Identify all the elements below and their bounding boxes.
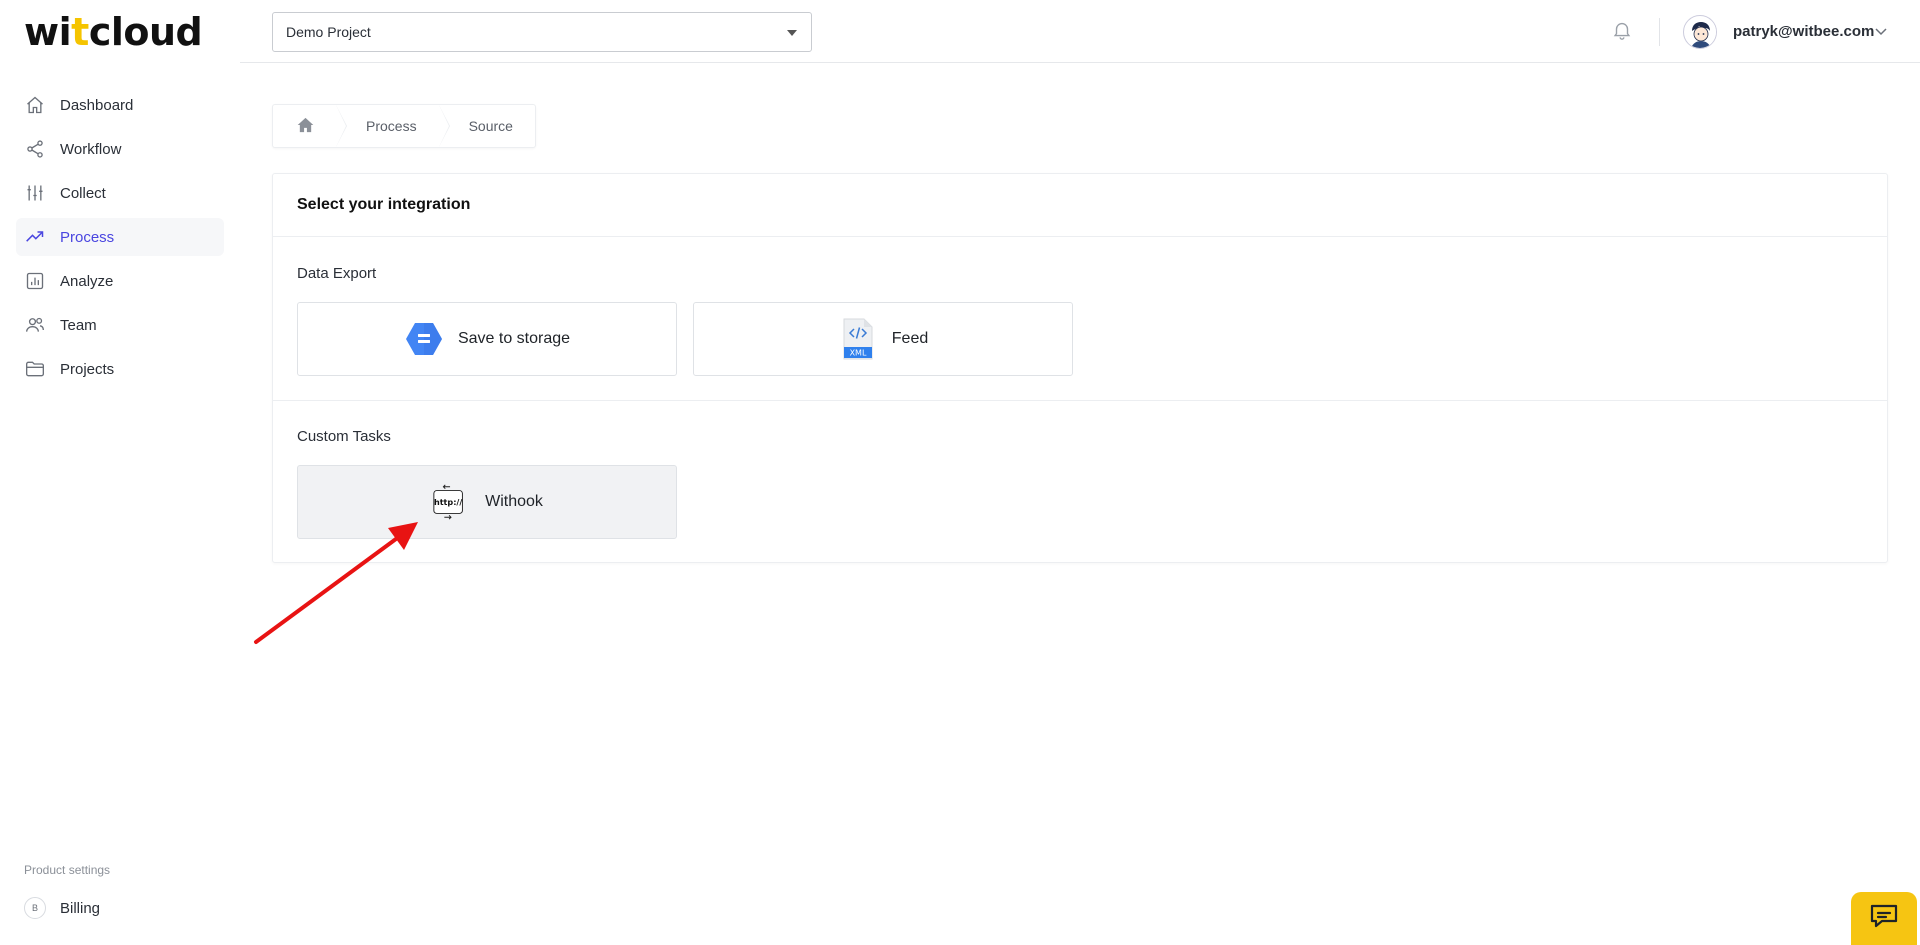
xml-file-icon: XML	[838, 318, 878, 360]
sidebar-item-collect[interactable]: Collect	[16, 174, 224, 212]
tile-label: Save to storage	[457, 330, 571, 347]
home-icon	[24, 94, 46, 116]
breadcrumb-home[interactable]	[273, 105, 347, 147]
tile-label: Feed	[891, 330, 929, 347]
billing-badge-icon: B	[24, 897, 46, 919]
product-settings-heading: Product settings	[24, 863, 111, 877]
section-title-data-export: Data Export	[297, 265, 377, 282]
bell-icon[interactable]	[1611, 19, 1635, 43]
project-select-value: Demo Project	[286, 24, 371, 40]
sidebar-item-label: Dashboard	[60, 96, 134, 114]
card-title: Select your integration	[297, 196, 471, 213]
card-divider	[273, 400, 1887, 401]
sidebar-item-billing[interactable]: B Billing	[24, 897, 100, 919]
integration-card: Select your integration Data Export Save…	[272, 173, 1888, 563]
feed-tile[interactable]: XML Feed	[693, 302, 1073, 376]
webhook-http-icon: http://	[431, 482, 471, 522]
xml-badge-text: XML	[849, 349, 866, 358]
sidebar-item-projects[interactable]: Projects	[16, 350, 224, 388]
sidebar-item-label: Analyze	[60, 272, 114, 290]
share-icon	[24, 138, 46, 160]
save-to-storage-tile[interactable]: Save to storage	[297, 302, 677, 376]
folder-icon	[24, 358, 46, 380]
breadcrumb-source[interactable]: Source	[439, 105, 535, 147]
card-divider	[273, 236, 1887, 237]
users-icon	[24, 314, 46, 336]
bar-chart-icon	[24, 270, 46, 292]
sidebar-item-label: Team	[60, 316, 97, 334]
project-select[interactable]: Demo Project	[272, 12, 812, 52]
breadcrumb: Process Source	[272, 104, 536, 148]
sidebar-item-label: Billing	[60, 899, 101, 917]
sidebar-item-analyze[interactable]: Analyze	[16, 262, 224, 300]
section-title-custom-tasks: Custom Tasks	[297, 428, 391, 445]
chat-launcher-button[interactable]	[1851, 892, 1917, 945]
sidebar-item-label: Projects	[60, 360, 115, 378]
home-icon	[297, 117, 314, 136]
sidebar-item-dashboard[interactable]: Dashboard	[16, 86, 224, 124]
header-divider	[1659, 18, 1660, 46]
annotation-arrow	[254, 522, 418, 644]
logo-text-1: wi	[24, 10, 72, 54]
cloud-storage-icon	[404, 319, 444, 359]
user-email[interactable]: patryk@witbee.com	[1733, 23, 1874, 40]
chevron-down-icon[interactable]	[1874, 24, 1888, 38]
logo-text-2: cloud	[88, 10, 203, 54]
sidebar-item-label: Process	[60, 228, 115, 246]
chat-bubble-icon	[1869, 902, 1899, 935]
logo-text-accent: t	[71, 10, 89, 54]
trending-up-icon	[24, 226, 46, 248]
sidebar-item-process[interactable]: Process	[16, 218, 224, 256]
witcloud-logo[interactable]: witcloud	[24, 10, 203, 54]
sidebar-item-label: Workflow	[60, 140, 122, 158]
sidebar: witcloud Dashboard Workflow Collect Proc…	[0, 0, 240, 945]
sidebar-item-workflow[interactable]: Workflow	[16, 130, 224, 168]
caret-down-icon	[787, 30, 797, 36]
sliders-icon	[24, 182, 46, 204]
breadcrumb-process[interactable]: Process	[336, 105, 450, 147]
http-icon-text: http://	[434, 497, 462, 507]
user-avatar[interactable]	[1683, 15, 1717, 49]
top-header: Demo Project patryk@witbee.com	[240, 0, 1920, 63]
sidebar-item-label: Collect	[60, 184, 106, 202]
sidebar-item-team[interactable]: Team	[16, 306, 224, 344]
tile-label: Withook	[485, 493, 543, 510]
sidebar-nav: Dashboard Workflow Collect Process Analy…	[16, 86, 224, 394]
